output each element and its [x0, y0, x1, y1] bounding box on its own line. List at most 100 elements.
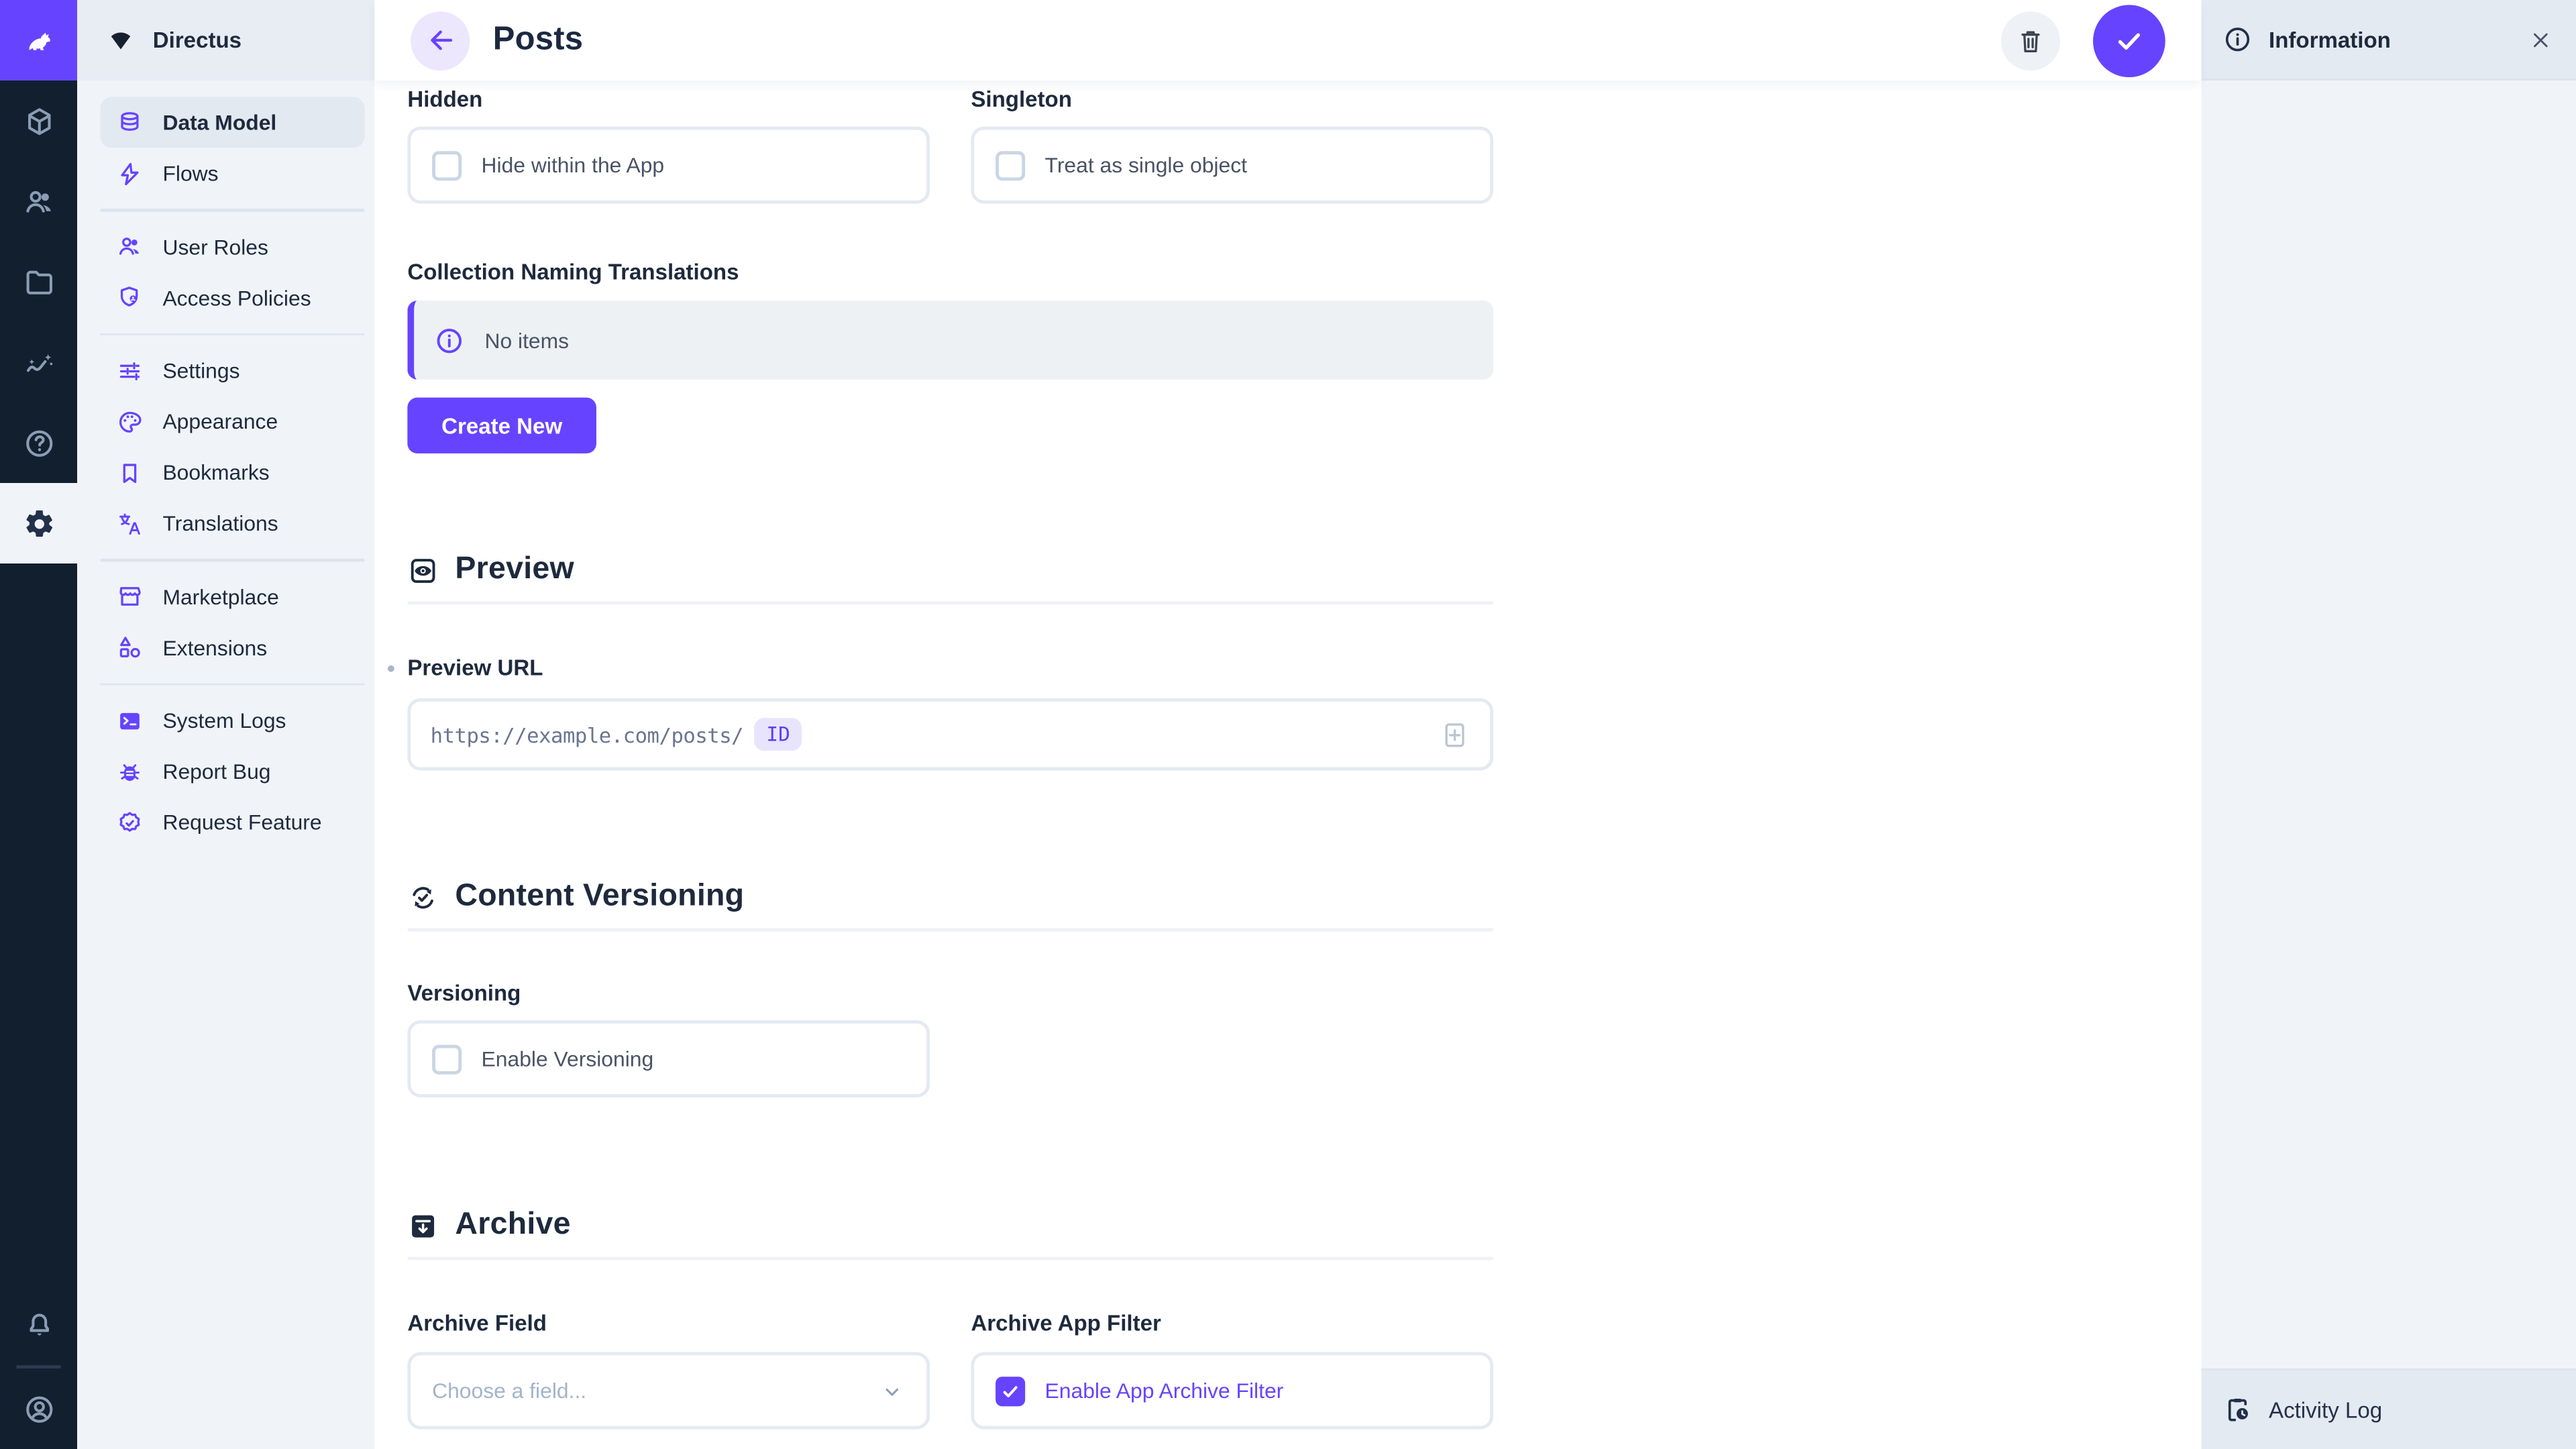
save-button[interactable] — [2093, 4, 2165, 76]
main-area: Posts Hidden Hide within the App S — [374, 0, 2201, 1449]
module-bar — [0, 0, 77, 1449]
activity-log-label: Activity Log — [2269, 1397, 2382, 1422]
trash-icon — [2016, 25, 2045, 55]
database-icon — [117, 109, 143, 136]
versioning-label: Versioning — [407, 981, 1493, 1007]
nav-item-label: Appearance — [162, 409, 278, 434]
nav-item-user-roles[interactable]: User Roles — [100, 221, 364, 272]
module-bar-spacer — [0, 564, 77, 1285]
preview-url-input[interactable]: https://example.com/posts/ ID — [407, 698, 1493, 771]
versioning-checkbox[interactable] — [432, 1044, 462, 1073]
clipboard-clock-icon — [2222, 1395, 2252, 1424]
nav-item-bookmarks[interactable]: Bookmarks — [100, 447, 364, 498]
terminal-icon — [117, 707, 143, 733]
directus-logo[interactable] — [0, 0, 77, 80]
module-users[interactable] — [0, 161, 77, 241]
nav-list: Data Model Flows User Roles Access Polic… — [77, 80, 374, 848]
nav-item-flows[interactable]: Flows — [100, 148, 364, 199]
module-content[interactable] — [0, 80, 77, 161]
notifications-button[interactable] — [0, 1285, 77, 1365]
gear-icon — [22, 507, 55, 540]
nav-item-label: Report Bug — [162, 759, 270, 784]
module-insights[interactable] — [0, 322, 77, 402]
close-sidebar-button[interactable] — [2528, 27, 2553, 52]
versioning-section-heading: Content Versioning — [407, 879, 1493, 915]
module-settings[interactable] — [0, 483, 77, 564]
info-sidebar-header: Information — [2202, 0, 2576, 80]
translate-icon — [117, 510, 143, 536]
palette-icon — [117, 409, 143, 435]
section-divider — [407, 601, 1493, 604]
module-files[interactable] — [0, 241, 77, 322]
nav-item-label: Request Feature — [162, 810, 321, 835]
checkbox-label: Enable Versioning — [482, 1046, 654, 1071]
checkbox-label: Hide within the App — [482, 153, 665, 178]
back-button[interactable] — [411, 11, 470, 70]
archive-field-select[interactable]: Choose a field... — [407, 1352, 930, 1430]
help-icon — [22, 427, 55, 460]
shield-user-icon — [117, 284, 143, 311]
versioning-sync-icon — [407, 881, 439, 913]
nav-item-appearance[interactable]: Appearance — [100, 396, 364, 447]
tune-icon — [117, 358, 143, 384]
nav-item-label: Marketplace — [162, 584, 278, 609]
nav-item-marketplace[interactable]: Marketplace — [100, 571, 364, 622]
nav-divider — [100, 333, 364, 335]
folder-icon — [22, 266, 55, 299]
no-items-notice: No items — [407, 301, 1493, 380]
nav-item-translations[interactable]: Translations — [100, 498, 364, 549]
singleton-checkbox-row[interactable]: Treat as single object — [971, 127, 1493, 204]
field-label: Hidden — [407, 87, 930, 113]
field-label: Singleton — [971, 87, 1493, 113]
section-divider — [407, 928, 1493, 932]
nav-item-request-feature[interactable]: Request Feature — [100, 797, 364, 848]
account-icon — [22, 1393, 55, 1426]
nav-item-data-model[interactable]: Data Model — [100, 97, 364, 148]
project-header[interactable]: Directus — [77, 0, 374, 80]
page-title: Posts — [493, 21, 584, 59]
activity-log-button[interactable]: Activity Log — [2202, 1368, 2576, 1449]
field-hidden: Hidden Hide within the App — [407, 87, 930, 204]
user-avatar[interactable] — [0, 1368, 77, 1449]
module-help[interactable] — [0, 402, 77, 483]
nav-item-label: Data Model — [162, 110, 276, 135]
section-divider — [407, 1256, 1493, 1260]
hidden-checkbox-row[interactable]: Hide within the App — [407, 127, 930, 204]
verified-icon — [117, 809, 143, 835]
chevron-down-icon — [879, 1377, 905, 1403]
nav-item-system-logs[interactable]: System Logs — [100, 695, 364, 746]
delete-collection-button[interactable] — [2001, 11, 2060, 70]
edited-dot — [388, 665, 394, 672]
add-box-icon — [1439, 718, 1470, 750]
rabbit-logo-icon — [22, 24, 55, 57]
checkbox-label: Enable App Archive Filter — [1045, 1379, 1284, 1403]
archive-filter-checkbox[interactable] — [996, 1376, 1025, 1405]
bolt-icon — [117, 160, 143, 186]
versioning-checkbox-row[interactable]: Enable Versioning — [407, 1020, 930, 1097]
field-label: Archive App Filter — [971, 1311, 1493, 1337]
check-icon — [2112, 24, 2145, 57]
nav-item-settings[interactable]: Settings — [100, 345, 364, 396]
check-icon — [1000, 1381, 1020, 1400]
add-field-button[interactable] — [1439, 718, 1470, 750]
notice-text: No items — [484, 328, 569, 353]
nav-item-access-policies[interactable]: Access Policies — [100, 272, 364, 323]
nav-item-extensions[interactable]: Extensions — [100, 622, 364, 673]
nav-item-label: Flows — [162, 161, 218, 186]
nav-item-label: Translations — [162, 511, 278, 536]
preview-url-label: Preview URL — [407, 655, 543, 682]
field-singleton: Singleton Treat as single object — [971, 87, 1493, 204]
hidden-checkbox[interactable] — [432, 150, 462, 180]
preview-section-heading: Preview — [407, 552, 1493, 588]
id-field-chip[interactable]: ID — [755, 718, 802, 751]
section-title: Archive — [455, 1208, 570, 1244]
archive-filter-checkbox-row[interactable]: Enable App Archive Filter — [971, 1352, 1493, 1430]
storefront-icon — [117, 583, 143, 609]
singleton-checkbox[interactable] — [996, 150, 1025, 180]
nav-item-report-bug[interactable]: Report Bug — [100, 746, 364, 797]
info-icon — [434, 325, 466, 356]
select-placeholder: Choose a field... — [432, 1379, 586, 1403]
archive-section-heading: Archive — [407, 1208, 1493, 1244]
field-archive-field: Archive Field Choose a field... — [407, 1311, 930, 1429]
create-new-button[interactable]: Create New — [407, 398, 596, 453]
